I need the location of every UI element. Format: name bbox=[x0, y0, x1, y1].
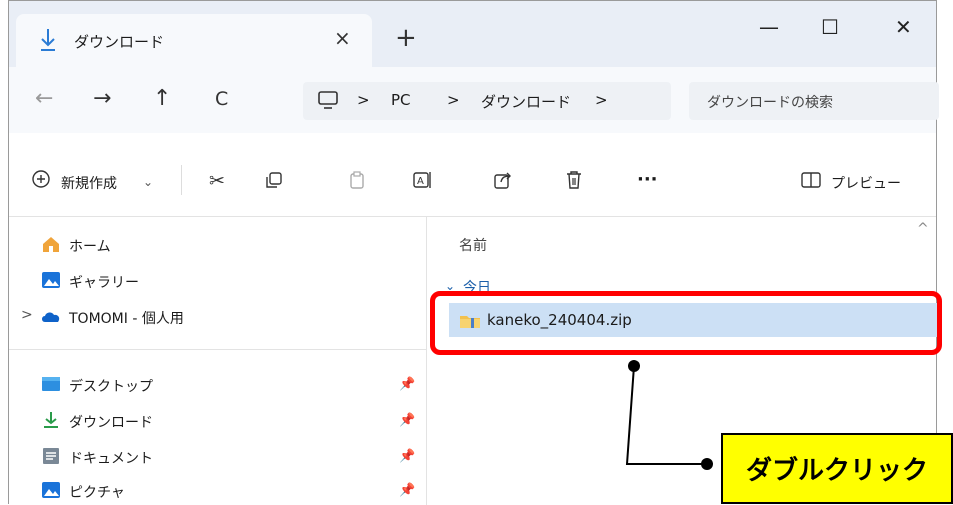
paste-icon[interactable] bbox=[349, 171, 365, 189]
desktop-icon bbox=[42, 377, 60, 391]
home-icon bbox=[43, 237, 59, 252]
breadcrumb-separator: > bbox=[447, 91, 460, 109]
preview-pane-icon bbox=[801, 172, 821, 188]
breadcrumb-separator: > bbox=[595, 91, 608, 109]
documents-icon bbox=[43, 448, 59, 464]
pictures-icon bbox=[42, 482, 60, 498]
search-input[interactable]: ダウンロードの検索 bbox=[689, 82, 939, 120]
scroll-up-button[interactable]: ^ bbox=[917, 221, 929, 237]
new-tab-button[interactable]: + bbox=[395, 25, 417, 51]
file-explorer-window: ダウンロード × + — ☐ ✕ ← → ↑ C > PC > ダウンロード >… bbox=[8, 0, 939, 505]
search-placeholder: ダウンロードの検索 bbox=[707, 95, 833, 111]
command-bar: 新規作成 ⌄ ✂ A ··· プレビュー bbox=[9, 133, 936, 217]
sidebar-divider bbox=[9, 349, 427, 350]
breadcrumb-downloads[interactable]: ダウンロード bbox=[481, 91, 571, 112]
toolbar-divider bbox=[181, 165, 182, 195]
pc-icon bbox=[318, 91, 338, 109]
refresh-button[interactable]: C bbox=[215, 87, 228, 111]
tab-strip: ダウンロード × + — ☐ ✕ bbox=[9, 1, 936, 67]
minimize-button[interactable]: — bbox=[759, 15, 779, 39]
sidebar-item-label: ギャラリー bbox=[69, 275, 139, 291]
rename-icon[interactable]: A bbox=[413, 170, 433, 190]
close-window-button[interactable]: ✕ bbox=[895, 15, 912, 39]
breadcrumb-pc[interactable]: PC bbox=[391, 91, 411, 109]
download-icon bbox=[44, 412, 58, 428]
navigation-pane: ホーム ギャラリー > TOMOMI - 個人用 デスクトップ 📌 ダウンロード… bbox=[9, 217, 427, 505]
expand-chevron-icon[interactable]: > bbox=[21, 307, 33, 323]
sidebar-item-label: ダウンロード bbox=[69, 415, 153, 431]
new-button[interactable]: 新規作成 bbox=[61, 173, 117, 193]
more-options-button[interactable]: ··· bbox=[637, 169, 658, 190]
navigation-bar: ← → ↑ C > PC > ダウンロード > ダウンロードの検索 bbox=[9, 67, 939, 133]
up-button[interactable]: ↑ bbox=[153, 87, 171, 111]
forward-button[interactable]: → bbox=[93, 87, 111, 111]
sidebar-item-label: ホーム bbox=[69, 239, 111, 255]
onedrive-icon bbox=[42, 312, 60, 322]
sidebar-item-label: ピクチャ bbox=[69, 485, 125, 501]
pin-icon[interactable]: 📌 bbox=[399, 483, 415, 498]
download-icon bbox=[41, 29, 55, 51]
preview-button[interactable]: プレビュー bbox=[831, 173, 901, 193]
sidebar-item-label: TOMOMI - 個人用 bbox=[69, 311, 184, 327]
pin-icon[interactable]: 📌 bbox=[399, 413, 415, 428]
tab-downloads[interactable]: ダウンロード × bbox=[16, 14, 372, 67]
delete-icon[interactable] bbox=[565, 170, 583, 190]
tab-label: ダウンロード bbox=[74, 33, 165, 51]
pin-icon[interactable]: 📌 bbox=[399, 449, 415, 464]
pin-icon[interactable]: 📌 bbox=[399, 377, 415, 392]
address-bar[interactable]: > PC > ダウンロード > bbox=[303, 82, 671, 120]
column-header-name[interactable]: 名前 bbox=[459, 235, 487, 255]
chevron-down-icon: ⌄ bbox=[143, 175, 154, 189]
back-button[interactable]: ← bbox=[35, 87, 53, 111]
maximize-button[interactable]: ☐ bbox=[821, 15, 839, 39]
callout-label: ダブルクリック bbox=[721, 433, 953, 504]
copy-icon[interactable] bbox=[265, 171, 283, 189]
tab-close-button[interactable]: × bbox=[334, 26, 351, 50]
gallery-icon bbox=[42, 272, 60, 288]
plus-circle-icon bbox=[32, 170, 50, 188]
sidebar-item-label: ドキュメント bbox=[69, 451, 153, 467]
breadcrumb-separator: > bbox=[357, 91, 370, 109]
cut-icon[interactable]: ✂ bbox=[209, 171, 225, 191]
share-icon[interactable] bbox=[493, 170, 513, 190]
sidebar-item-label: デスクトップ bbox=[69, 379, 153, 395]
svg-text:A: A bbox=[417, 176, 424, 187]
highlight-box bbox=[430, 291, 942, 355]
